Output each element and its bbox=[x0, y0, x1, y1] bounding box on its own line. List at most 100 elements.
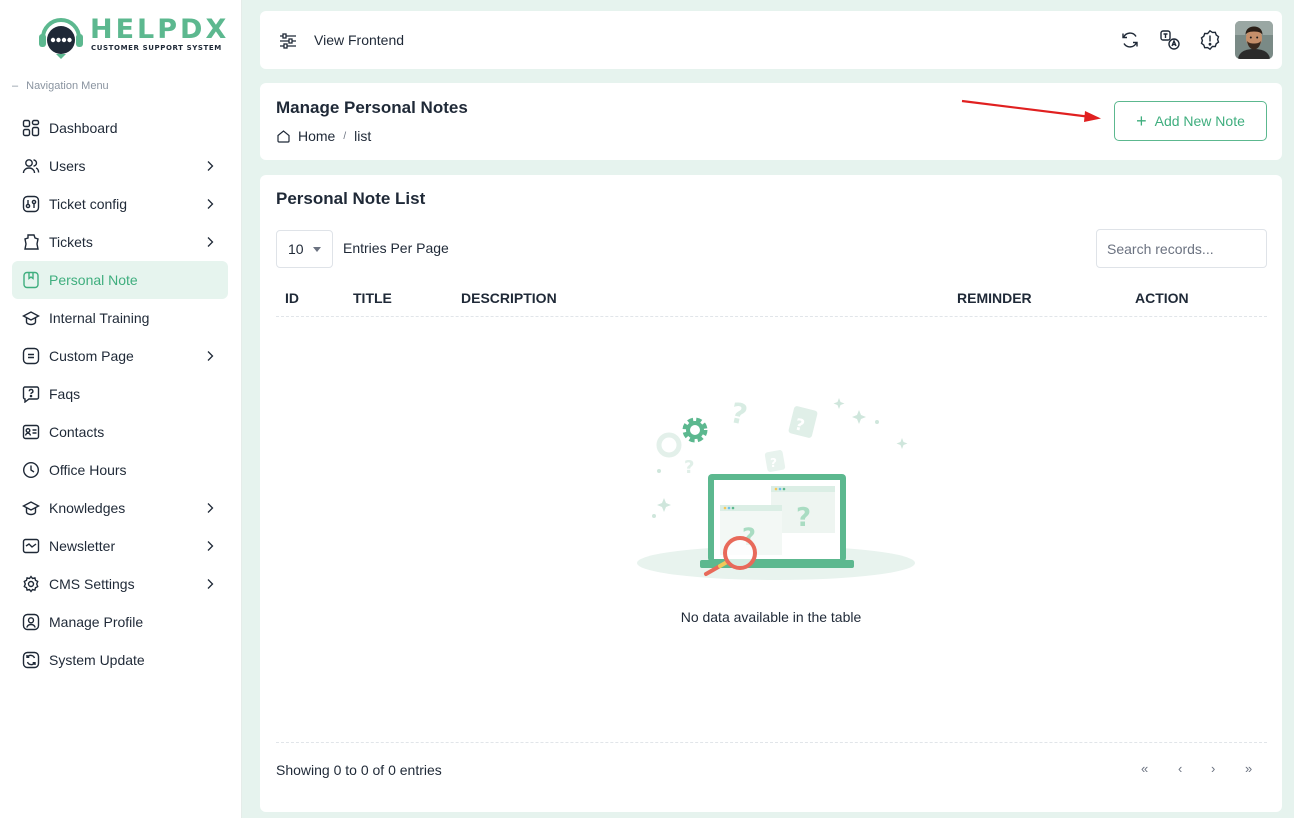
view-frontend-link[interactable]: View Frontend bbox=[314, 32, 404, 48]
tickets-icon bbox=[21, 232, 41, 252]
sidebar-item-newsletter[interactable]: Newsletter bbox=[12, 527, 228, 565]
sync-icon[interactable] bbox=[1119, 29, 1141, 51]
chevron-right-icon bbox=[207, 541, 214, 551]
sidebar-item-label: Newsletter bbox=[49, 538, 116, 554]
sidebar-item-knowledges[interactable]: Knowledges bbox=[12, 489, 228, 527]
sidebar-item-label: System Update bbox=[49, 652, 145, 668]
column-header-reminder[interactable]: REMINDER bbox=[957, 290, 1032, 306]
dashboard-icon bbox=[21, 118, 41, 138]
brand-logo[interactable]: HELPDX CUSTOMER SUPPORT SYSTEM bbox=[38, 14, 226, 62]
gear-icon bbox=[21, 574, 41, 594]
svg-text:?: ? bbox=[728, 396, 751, 432]
sidebar-item-label: Users bbox=[49, 158, 86, 174]
user-avatar-image bbox=[1235, 21, 1273, 59]
plus-icon: + bbox=[1136, 111, 1147, 131]
sidebar-item-label: Internal Training bbox=[49, 310, 150, 326]
last-page-button[interactable]: » bbox=[1245, 761, 1252, 776]
chevron-right-icon bbox=[207, 237, 214, 247]
column-header-title[interactable]: TITLE bbox=[353, 290, 392, 306]
sidebar-item-label: CMS Settings bbox=[49, 576, 135, 592]
page-icon bbox=[21, 346, 41, 366]
nav-list: Dashboard Users Ticket config Tickets Pe… bbox=[12, 109, 228, 679]
chevron-right-icon bbox=[207, 579, 214, 589]
ticket-config-icon bbox=[21, 194, 41, 214]
next-page-button[interactable]: › bbox=[1211, 761, 1215, 776]
search-input[interactable] bbox=[1096, 229, 1267, 268]
note-icon bbox=[21, 270, 41, 290]
sidebar-item-label: Personal Note bbox=[49, 272, 138, 288]
column-header-description[interactable]: DESCRIPTION bbox=[461, 290, 557, 306]
sidebar-item-label: Contacts bbox=[49, 424, 105, 440]
showing-entries-info: Showing 0 to 0 of 0 entries bbox=[276, 762, 442, 778]
first-page-button[interactable]: « bbox=[1141, 761, 1148, 776]
entries-value: 10 bbox=[288, 241, 304, 257]
sidebar-item-label: Faqs bbox=[49, 386, 81, 402]
entries-per-page-select[interactable]: 10 bbox=[276, 230, 333, 268]
chevron-right-icon bbox=[207, 503, 214, 513]
topbar: View Frontend bbox=[260, 11, 1282, 69]
chevron-right-icon bbox=[207, 199, 214, 209]
sidebar-item-internal-training[interactable]: Internal Training bbox=[12, 299, 228, 337]
brand-name: HELPDX bbox=[90, 14, 230, 45]
translate-icon[interactable] bbox=[1159, 29, 1181, 51]
sidebar-item-office-hours[interactable]: Office Hours bbox=[12, 451, 228, 489]
sidebar-item-ticket-config[interactable]: Ticket config bbox=[12, 185, 228, 223]
clock-icon bbox=[21, 460, 41, 480]
breadcrumb-separator: / bbox=[343, 130, 347, 142]
prev-page-button[interactable]: ‹ bbox=[1178, 761, 1182, 776]
sidebar-item-label: Tickets bbox=[49, 234, 93, 250]
sliders-icon[interactable] bbox=[278, 31, 298, 51]
graduation-cap-icon bbox=[21, 308, 41, 328]
svg-text:?: ? bbox=[684, 457, 694, 478]
list-title: Personal Note List bbox=[276, 189, 426, 208]
sidebar-item-personal-note[interactable]: Personal Note bbox=[12, 261, 228, 299]
table-footer-divider bbox=[276, 742, 1267, 743]
sidebar-item-contacts[interactable]: Contacts bbox=[12, 413, 228, 451]
chevron-right-icon bbox=[207, 351, 214, 361]
svg-text:?: ? bbox=[796, 503, 811, 533]
breadcrumb-current: list bbox=[354, 128, 372, 144]
alert-icon[interactable] bbox=[1199, 29, 1221, 51]
sidebar-item-faqs[interactable]: Faqs bbox=[12, 375, 228, 413]
page-title: Manage Personal Notes bbox=[276, 98, 468, 117]
avatar[interactable] bbox=[1235, 21, 1273, 59]
column-header-action: ACTION bbox=[1135, 290, 1189, 306]
empty-state-illustration: ? ? ? ? ? ? bbox=[637, 396, 915, 580]
newsletter-icon bbox=[21, 536, 41, 556]
personal-note-list-card: Personal Note List 10 Entries Per Page I… bbox=[260, 175, 1282, 812]
sidebar-item-custom-page[interactable]: Custom Page bbox=[12, 337, 228, 375]
pagination: « ‹ › » bbox=[1132, 761, 1257, 781]
column-header-id[interactable]: ID bbox=[285, 290, 299, 306]
sidebar-item-label: Dashboard bbox=[49, 120, 118, 136]
sidebar-item-cms-settings[interactable]: CMS Settings bbox=[12, 565, 228, 603]
question-bubble-icon bbox=[21, 384, 41, 404]
caret-down-icon bbox=[313, 247, 321, 252]
nav-heading: – Navigation Menu bbox=[12, 80, 109, 92]
sidebar: HELPDX CUSTOMER SUPPORT SYSTEM – Navigati… bbox=[0, 0, 242, 818]
sidebar-item-label: Ticket config bbox=[49, 196, 128, 212]
chevron-right-icon bbox=[207, 161, 214, 171]
table-header: ID TITLE DESCRIPTION REMINDER ACTION bbox=[276, 283, 1267, 317]
empty-table-message: No data available in the table bbox=[680, 609, 862, 625]
entries-per-page-label: Entries Per Page bbox=[343, 240, 449, 256]
sidebar-item-system-update[interactable]: System Update bbox=[12, 641, 228, 679]
profile-icon bbox=[21, 612, 41, 632]
add-new-note-label: Add New Note bbox=[1154, 113, 1245, 129]
headset-logo-icon bbox=[39, 18, 83, 59]
annotation-arrow-icon bbox=[961, 99, 1101, 122]
sidebar-item-label: Office Hours bbox=[49, 462, 127, 478]
breadcrumb-home[interactable]: Home bbox=[298, 128, 335, 144]
sidebar-item-dashboard[interactable]: Dashboard bbox=[12, 109, 228, 147]
sidebar-item-users[interactable]: Users bbox=[12, 147, 228, 185]
breadcrumb: Home / list bbox=[276, 128, 371, 144]
add-new-note-button[interactable]: + Add New Note bbox=[1114, 101, 1267, 141]
sidebar-item-tickets[interactable]: Tickets bbox=[12, 223, 228, 261]
brand-tagline: CUSTOMER SUPPORT SYSTEM bbox=[91, 44, 222, 52]
sidebar-item-label: Custom Page bbox=[49, 348, 134, 364]
sidebar-item-manage-profile[interactable]: Manage Profile bbox=[12, 603, 228, 641]
knowledge-cap-icon bbox=[21, 498, 41, 518]
refresh-icon bbox=[21, 650, 41, 670]
contact-card-icon bbox=[21, 422, 41, 442]
sidebar-item-label: Manage Profile bbox=[49, 614, 144, 630]
svg-text:?: ? bbox=[770, 456, 777, 470]
